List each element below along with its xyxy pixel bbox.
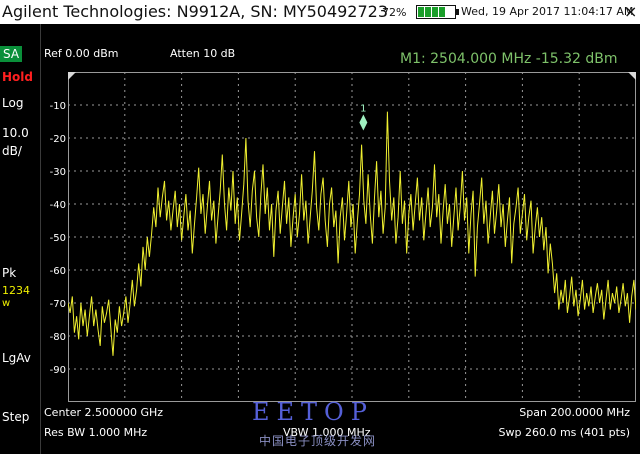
- watermark-logo: EETOP: [252, 398, 374, 426]
- grid-lines: [68, 72, 636, 402]
- date-time: Wed, 19 Apr 2017 11:04:17 AM: [461, 5, 634, 18]
- battery-percent: 72%: [382, 6, 407, 19]
- app-title: Agilent Technologies: N9912A, SN: MY5049…: [2, 2, 389, 21]
- y-tick-label: -70: [50, 299, 66, 310]
- battery-level: [418, 7, 445, 17]
- battery-tip: [456, 9, 459, 15]
- mode-badge[interactable]: SA: [0, 46, 23, 62]
- scale-type: Log: [2, 96, 24, 110]
- title-bar: Agilent Technologies: N9912A, SN: MY5049…: [0, 0, 640, 24]
- hold-indicator: Hold: [2, 70, 33, 84]
- trace-list: 1234: [2, 284, 30, 297]
- marker-label: 1: [360, 104, 366, 115]
- y-axis-labels: -10 -20 -30 -40 -50 -60 -70 -80 -90: [50, 101, 66, 376]
- detector-mode: Pk: [2, 266, 17, 280]
- status-sidebar: SA Hold Log 10.0 dB/ Pk 1234 w LgAv Step: [0, 24, 41, 454]
- step-mode: Step: [2, 410, 30, 424]
- spectrum-graticule[interactable]: 1: [68, 72, 636, 402]
- battery-cell: [439, 7, 445, 17]
- span[interactable]: Span 200.0000 MHz: [519, 406, 630, 419]
- average-type: LgAv: [2, 351, 31, 365]
- scale-value: 10.0: [2, 126, 29, 140]
- battery-cell: [432, 7, 438, 17]
- measurement-header: Ref 0.00 dBm Atten 10 dB M1: 2504.000 MH…: [42, 44, 640, 70]
- y-tick-label: -80: [50, 332, 66, 343]
- marker-1[interactable]: 1: [359, 104, 368, 131]
- center-frequency[interactable]: Center 2.500000 GHz: [44, 406, 163, 419]
- y-tick-label: -90: [50, 365, 66, 376]
- scale-unit: dB/: [2, 144, 22, 158]
- trace-state: w: [2, 298, 11, 309]
- battery-cell: [418, 7, 424, 17]
- resolution-bandwidth[interactable]: Res BW 1.000 MHz: [44, 426, 147, 439]
- battery-icon: [416, 5, 456, 19]
- y-tick-label: -60: [50, 266, 66, 277]
- sweep-time[interactable]: Swp 260.0 ms (401 pts): [499, 426, 631, 439]
- corner-triangle: [628, 72, 636, 80]
- close-icon[interactable]: ×: [624, 0, 637, 24]
- ref-level: Ref 0.00 dBm: [44, 47, 119, 60]
- y-tick-label: -10: [50, 101, 66, 112]
- y-tick-label: -40: [50, 200, 66, 211]
- y-tick-label: -50: [50, 233, 66, 244]
- marker-diamond[interactable]: [359, 114, 368, 131]
- marker-readout: M1: 2504.000 MHz -15.32 dBm: [400, 51, 618, 67]
- attenuation: Atten 10 dB: [170, 47, 236, 60]
- battery-cell: [425, 7, 431, 17]
- y-tick-label: -30: [50, 167, 66, 178]
- watermark-subtitle: 中国电子顶级开发网: [259, 434, 377, 448]
- y-tick-label: -20: [50, 134, 66, 145]
